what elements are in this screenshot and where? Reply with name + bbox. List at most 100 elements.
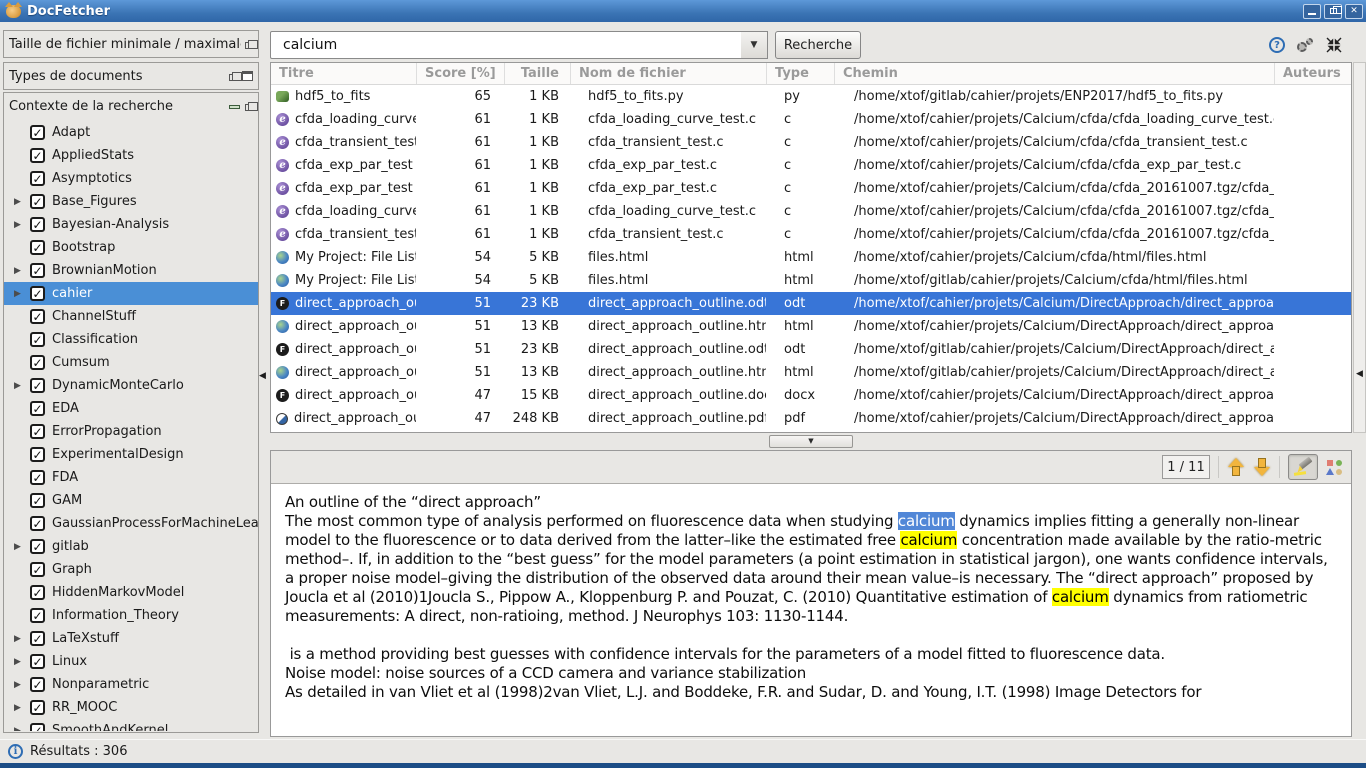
sidebar-item-bayesian-analysis[interactable]: ▶✓Bayesian-Analysis	[4, 213, 258, 236]
checkbox[interactable]: ✓	[30, 677, 45, 692]
checkbox[interactable]: ✓	[30, 608, 45, 623]
result-row[interactable]: ecfda_loading_curve_test611 KBcfda_loadi…	[271, 200, 1351, 223]
sidebar-item-fda[interactable]: ✓FDA	[4, 466, 258, 489]
column-header-chemin[interactable]: Chemin	[834, 63, 1274, 84]
sidebar-item-adapt[interactable]: ✓Adapt	[4, 121, 258, 144]
sidebar-item-rr_mooc[interactable]: ▶✓RR_MOOC	[4, 696, 258, 719]
checkbox[interactable]: ✓	[30, 332, 45, 347]
checkbox[interactable]: ✓	[30, 470, 45, 485]
checkbox[interactable]: ✓	[30, 401, 45, 416]
preview-mode-shapes-icon[interactable]	[1326, 459, 1343, 476]
sidebar-item-smoothandkernel[interactable]: ▶✓SmoothAndKernel	[4, 719, 258, 731]
result-row[interactable]: ecfda_exp_par_test611 KBcfda_exp_par_tes…	[271, 154, 1351, 177]
scroll-down-button[interactable]: ▼	[769, 435, 853, 448]
checkbox[interactable]: ✓	[30, 516, 45, 531]
checkbox[interactable]: ✓	[30, 309, 45, 324]
checkbox[interactable]: ✓	[30, 700, 45, 715]
checkbox[interactable]: ✓	[30, 539, 45, 554]
column-header-titre[interactable]: Titre	[271, 63, 416, 84]
sidebar-item-nonparametric[interactable]: ▶✓Nonparametric	[4, 673, 258, 696]
expand-arrow-icon[interactable]: ▶	[14, 726, 30, 732]
sidebar-item-gam[interactable]: ✓GAM	[4, 489, 258, 512]
restore-button[interactable]	[1324, 4, 1342, 19]
compact-view-icon[interactable]	[1326, 37, 1342, 53]
sidebar-item-classification[interactable]: ✓Classification	[4, 328, 258, 351]
sidebar-item-graph[interactable]: ✓Graph	[4, 558, 258, 581]
expand-arrow-icon[interactable]: ▶	[14, 381, 30, 391]
sidebar-item-gaussianprocessformachinelearning[interactable]: ✓GaussianProcessForMachineLearning	[4, 512, 258, 535]
checkbox[interactable]: ✓	[30, 493, 45, 508]
expand-arrow-icon[interactable]: ▶	[14, 220, 30, 230]
sidebar-item-cahier[interactable]: ▶✓cahier	[4, 282, 258, 305]
preferences-gears-icon[interactable]	[1297, 38, 1319, 54]
checkbox[interactable]: ✓	[30, 286, 45, 301]
collapse-right-arrow[interactable]: ◀	[1356, 369, 1363, 379]
result-row[interactable]: ecfda_exp_par_test611 KBcfda_exp_par_tes…	[271, 177, 1351, 200]
close-button[interactable]: ✕	[1345, 4, 1363, 19]
expand-arrow-icon[interactable]: ▶	[14, 289, 30, 299]
help-icon[interactable]: ?	[1269, 37, 1285, 53]
highlight-toggle-button[interactable]	[1288, 454, 1318, 480]
result-row[interactable]: ecfda_transient_test611 KBcfda_transient…	[271, 223, 1351, 246]
maximize-panel-icon[interactable]	[242, 71, 253, 81]
checkbox[interactable]: ✓	[30, 194, 45, 209]
sidebar-item-cumsum[interactable]: ✓Cumsum	[4, 351, 258, 374]
sidebar-item-dynamicmontecarlo[interactable]: ▶✓DynamicMonteCarlo	[4, 374, 258, 397]
sidebar-item-errorpropagation[interactable]: ✓ErrorPropagation	[4, 420, 258, 443]
checkbox[interactable]: ✓	[30, 631, 45, 646]
checkbox[interactable]: ✓	[30, 447, 45, 462]
checkbox[interactable]: ✓	[30, 263, 45, 278]
sidebar-item-linux[interactable]: ▶✓Linux	[4, 650, 258, 673]
result-row[interactable]: ecfda_loading_curve_test611 KBcfda_loadi…	[271, 108, 1351, 131]
sidebar-item-appliedstats[interactable]: ✓AppliedStats	[4, 144, 258, 167]
collapse-sidebar-arrow[interactable]: ◀	[259, 371, 266, 381]
preview-text[interactable]: An outline of the “direct approach” The …	[271, 484, 1351, 736]
column-header-type[interactable]: Type	[766, 63, 834, 84]
checkbox[interactable]: ✓	[30, 585, 45, 600]
search-input[interactable]	[270, 31, 742, 59]
result-row[interactable]: My Project: File List545 KBfiles.htmlhtm…	[271, 246, 1351, 269]
checkbox[interactable]: ✓	[30, 723, 45, 731]
expand-arrow-icon[interactable]: ▶	[14, 634, 30, 644]
result-row[interactable]: direct_approach_outline5113 KBdirect_app…	[271, 361, 1351, 384]
expand-arrow-icon[interactable]: ▶	[14, 197, 30, 207]
minimize-panel-icon[interactable]	[229, 105, 240, 109]
checkbox[interactable]: ✓	[30, 125, 45, 140]
column-header-nom[interactable]: Nom de fichier	[570, 63, 766, 84]
search-button[interactable]: Recherche	[775, 31, 861, 59]
sidebar-item-base_figures[interactable]: ▶✓Base_Figures	[4, 190, 258, 213]
result-row[interactable]: hdf5_to_fits651 KBhdf5_to_fits.pypy/home…	[271, 85, 1351, 108]
result-row[interactable]: direct_approach_outline5113 KBdirect_app…	[271, 315, 1351, 338]
result-row[interactable]: My Project: File List545 KBfiles.htmlhtm…	[271, 269, 1351, 292]
expand-arrow-icon[interactable]: ▶	[14, 542, 30, 552]
sidebar-item-experimentaldesign[interactable]: ✓ExperimentalDesign	[4, 443, 258, 466]
result-row[interactable]: Fdirect_approach_outline4715 KBdirect_ap…	[271, 384, 1351, 407]
restore-panel-icon[interactable]	[245, 42, 253, 49]
sidebar-item-eda[interactable]: ✓EDA	[4, 397, 258, 420]
expand-arrow-icon[interactable]: ▶	[14, 680, 30, 690]
previous-match-button[interactable]	[1227, 457, 1245, 477]
restore-panel-icon[interactable]	[245, 104, 253, 111]
search-history-dropdown[interactable]: ▼	[741, 31, 768, 59]
checkbox[interactable]: ✓	[30, 424, 45, 439]
checkbox[interactable]: ✓	[30, 562, 45, 577]
checkbox[interactable]: ✓	[30, 654, 45, 669]
sidebar-item-gitlab[interactable]: ▶✓gitlab	[4, 535, 258, 558]
sidebar-item-hiddenmarkovmodel[interactable]: ✓HiddenMarkovModel	[4, 581, 258, 604]
checkbox[interactable]: ✓	[30, 148, 45, 163]
result-row[interactable]: ecfda_transient_test611 KBcfda_transient…	[271, 131, 1351, 154]
result-row[interactable]: Fdirect_approach_outline5123 KBdirect_ap…	[271, 338, 1351, 361]
column-header-auteurs[interactable]: Auteurs	[1274, 63, 1351, 84]
result-row[interactable]: direct_approach_outline47248 KBdirect_ap…	[271, 407, 1351, 430]
sidebar-item-latexstuff[interactable]: ▶✓LaTeXstuff	[4, 627, 258, 650]
expand-arrow-icon[interactable]: ▶	[14, 657, 30, 667]
sidebar-item-bootstrap[interactable]: ✓Bootstrap	[4, 236, 258, 259]
expand-arrow-icon[interactable]: ▶	[14, 266, 30, 276]
sidebar-item-channelstuff[interactable]: ✓ChannelStuff	[4, 305, 258, 328]
checkbox[interactable]: ✓	[30, 171, 45, 186]
minimize-button[interactable]	[1303, 4, 1321, 19]
checkbox[interactable]: ✓	[30, 355, 45, 370]
sidebar-item-information_theory[interactable]: ✓Information_Theory	[4, 604, 258, 627]
expand-arrow-icon[interactable]: ▶	[14, 703, 30, 713]
column-header-taille[interactable]: Taille	[504, 63, 570, 84]
